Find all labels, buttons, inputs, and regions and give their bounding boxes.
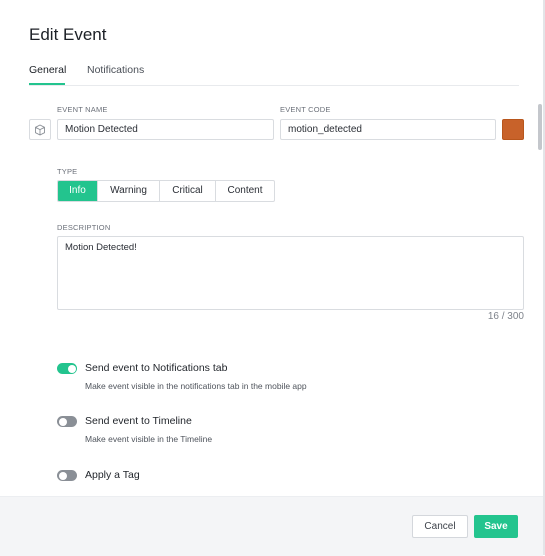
edit-event-dialog: Edit Event General Notifications EVENT N… <box>0 0 545 556</box>
apply-tag-toggle[interactable] <box>57 470 77 481</box>
timeline-option-desc: Make event visible in the Timeline <box>85 434 213 444</box>
type-option-info[interactable]: Info <box>58 181 97 201</box>
event-name-label: EVENT NAME <box>57 105 108 114</box>
toggle-knob <box>58 471 67 480</box>
save-button[interactable]: Save <box>474 515 518 538</box>
notifications-tab-toggle[interactable] <box>57 363 77 374</box>
description-textarea[interactable]: Motion Detected! <box>57 236 524 310</box>
tab-general[interactable]: General <box>29 64 66 76</box>
cancel-button[interactable]: Cancel <box>412 515 468 538</box>
type-option-content[interactable]: Content <box>215 181 274 201</box>
tab-notifications[interactable]: Notifications <box>87 64 144 76</box>
timeline-toggle[interactable] <box>57 416 77 427</box>
type-selector: Info Warning Critical Content <box>57 180 275 202</box>
event-code-label: EVENT CODE <box>280 105 331 114</box>
type-label: TYPE <box>57 167 78 176</box>
notifications-tab-option-title: Send event to Notifications tab <box>85 362 228 374</box>
type-option-critical[interactable]: Critical <box>159 181 215 201</box>
event-icon-picker[interactable] <box>29 119 51 140</box>
tab-bar: General Notifications <box>29 64 519 86</box>
notifications-tab-option-desc: Make event visible in the notifications … <box>85 381 307 391</box>
character-counter: 16 / 300 <box>487 311 524 322</box>
description-label: DESCRIPTION <box>57 223 111 232</box>
type-option-warning[interactable]: Warning <box>97 181 159 201</box>
toggle-knob <box>67 364 76 373</box>
cube-icon <box>35 124 45 135</box>
event-code-input[interactable]: motion_detected <box>280 119 496 140</box>
toggle-knob <box>58 417 67 426</box>
timeline-option-title: Send event to Timeline <box>85 415 192 427</box>
apply-tag-option-title: Apply a Tag <box>85 469 140 481</box>
event-name-input[interactable]: Motion Detected <box>57 119 274 140</box>
scrollbar-thumb[interactable] <box>538 104 542 150</box>
active-tab-indicator <box>29 83 65 85</box>
dialog-title: Edit Event <box>29 25 107 44</box>
event-color-swatch[interactable] <box>502 119 524 140</box>
